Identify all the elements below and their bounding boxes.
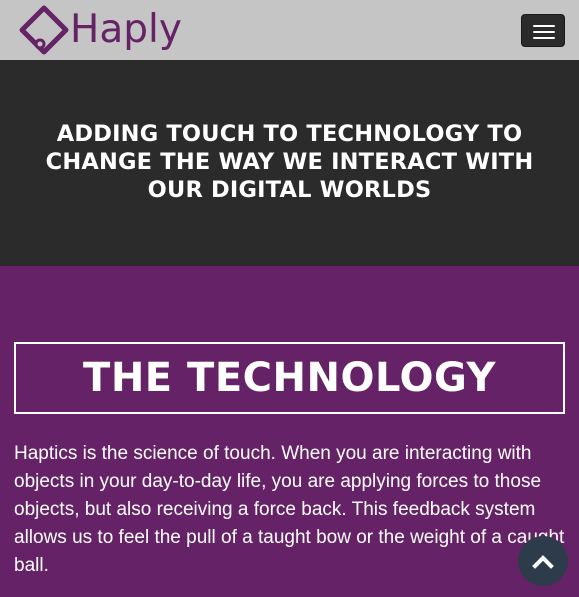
chevron-up-icon — [532, 555, 554, 569]
technology-heading-box: THE TECHNOLOGY — [14, 342, 565, 414]
haply-diamond-logo-icon — [19, 5, 69, 55]
hero-section: ADDING TOUCH TO TECHNOLOGY TO CHANGE THE… — [0, 60, 579, 266]
menu-toggle-button[interactable] — [521, 14, 565, 47]
brand-link[interactable]: Haply — [18, 4, 182, 56]
technology-heading: THE TECHNOLOGY — [83, 355, 496, 401]
hero-title: ADDING TOUCH TO TECHNOLOGY TO CHANGE THE… — [45, 121, 534, 203]
navbar: Haply — [0, 0, 579, 60]
brand-name: Haply — [70, 7, 182, 52]
technology-section: THE TECHNOLOGY Haptics is the science of… — [0, 266, 579, 597]
scroll-to-top-button[interactable] — [518, 536, 568, 586]
technology-description: Haptics is the science of touch. When yo… — [14, 443, 565, 576]
